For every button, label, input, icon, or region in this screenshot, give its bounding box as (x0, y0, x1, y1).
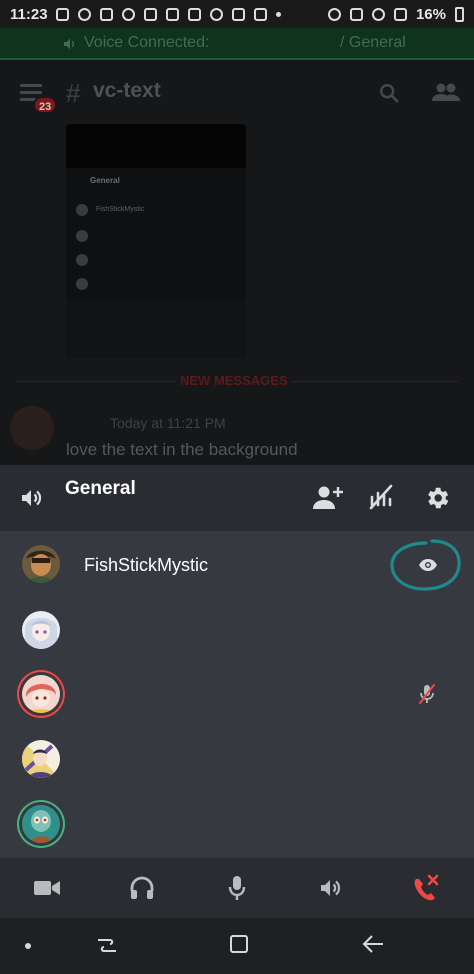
alarm-icon (327, 7, 341, 21)
member-avatar (22, 611, 60, 649)
microphone-icon (228, 876, 246, 900)
new-messages-divider: NEW MESSAGES (0, 372, 474, 392)
muted-microphone-icon (419, 684, 435, 704)
speaker-output-button[interactable] (316, 874, 346, 902)
screenshot-channel-label: General (90, 176, 120, 185)
speaker-icon (321, 880, 341, 896)
screenshot-avatar (76, 278, 88, 290)
notification-icons (55, 7, 281, 21)
screenshot-avatar (76, 230, 88, 242)
hang-up-icon (414, 874, 439, 901)
chat-background: 23 # vc-text General FishStickMystic NEW… (0, 60, 474, 465)
screenshot-dark-area (66, 124, 246, 168)
attached-screenshot[interactable]: General FishStickMystic (66, 124, 246, 358)
voice-connected-banner[interactable]: Voice Connected: / General (0, 28, 474, 60)
member-row[interactable] (0, 599, 474, 661)
screenshot-avatar (76, 204, 88, 216)
battery-level: 16% (415, 5, 446, 23)
nav-dot-icon[interactable] (24, 942, 32, 950)
recent-apps-icon[interactable] (96, 934, 118, 956)
system-navigation-bar (0, 918, 474, 974)
mute-microphone-button[interactable] (222, 874, 252, 902)
disconnect-button[interactable] (410, 874, 440, 902)
channel-name: vc-text (93, 79, 161, 102)
system-icons: 16% (327, 5, 464, 23)
video-camera-icon (34, 881, 60, 895)
screenshot-controls (66, 300, 246, 358)
hash-icon: # (66, 78, 81, 108)
headphones-icon (130, 876, 154, 899)
mail-icon (143, 7, 157, 21)
invite-user-icon[interactable] (313, 485, 343, 511)
members-icon[interactable] (432, 82, 460, 102)
screenshot-avatar (76, 254, 88, 266)
member-avatar (22, 740, 60, 778)
back-icon[interactable] (362, 934, 384, 954)
home-icon[interactable] (229, 934, 249, 954)
watching-eye-icon[interactable] (418, 558, 438, 572)
voice-connected-channel: / General (340, 34, 406, 51)
member-avatar (22, 545, 60, 583)
member-row[interactable]: FishStickMystic (0, 533, 474, 595)
status-bar: 11:23 16% (0, 0, 474, 28)
more-dot-icon (275, 11, 281, 17)
status-time: 11:23 (10, 5, 48, 23)
wifi-icon (371, 7, 385, 21)
pinterest-icon (77, 7, 91, 21)
member-avatar-speaking (22, 805, 60, 843)
video-off-icon[interactable] (367, 483, 395, 511)
home-notification-icon (99, 7, 113, 21)
search-icon[interactable] (378, 82, 400, 104)
unread-badge: 23 (33, 96, 58, 114)
video-camera-button[interactable] (32, 874, 62, 902)
voice-speaker-icon (64, 38, 74, 50)
twitch-icon (165, 7, 179, 21)
voice-member-list: FishStickMystic (0, 531, 474, 858)
member-avatar-speaking (22, 675, 60, 713)
image-icon (253, 7, 267, 21)
message-text: love the text in the background (66, 440, 298, 459)
member-row[interactable] (0, 663, 474, 725)
member-row[interactable] (0, 793, 474, 855)
screenshot-member-label: FishStickMystic (96, 206, 145, 213)
play-store-icon (187, 7, 201, 21)
voice-controls (0, 858, 474, 918)
voice-channel-title: General (65, 478, 136, 499)
voice-sheet-header: General (0, 465, 474, 531)
settings-gear-icon[interactable] (423, 484, 451, 512)
member-row[interactable] (0, 728, 474, 790)
shield-icon (231, 7, 245, 21)
discord-icon (209, 7, 223, 21)
battery-icon (455, 6, 464, 22)
anchor-icon (121, 7, 135, 21)
new-messages-label: NEW MESSAGES (176, 373, 292, 388)
instagram-icon (55, 7, 69, 21)
message-author-avatar[interactable] (10, 406, 54, 450)
mute-icon (349, 7, 363, 21)
message-timestamp: Today at 11:21 PM (110, 415, 226, 431)
signal-icon (393, 7, 407, 21)
member-name: FishStickMystic (84, 555, 209, 575)
chat-header: 23 # vc-text (0, 60, 474, 120)
voice-connected-label: Voice Connected: (84, 34, 210, 51)
deafen-button[interactable] (127, 874, 157, 902)
voice-channel-speaker-icon (22, 490, 42, 506)
